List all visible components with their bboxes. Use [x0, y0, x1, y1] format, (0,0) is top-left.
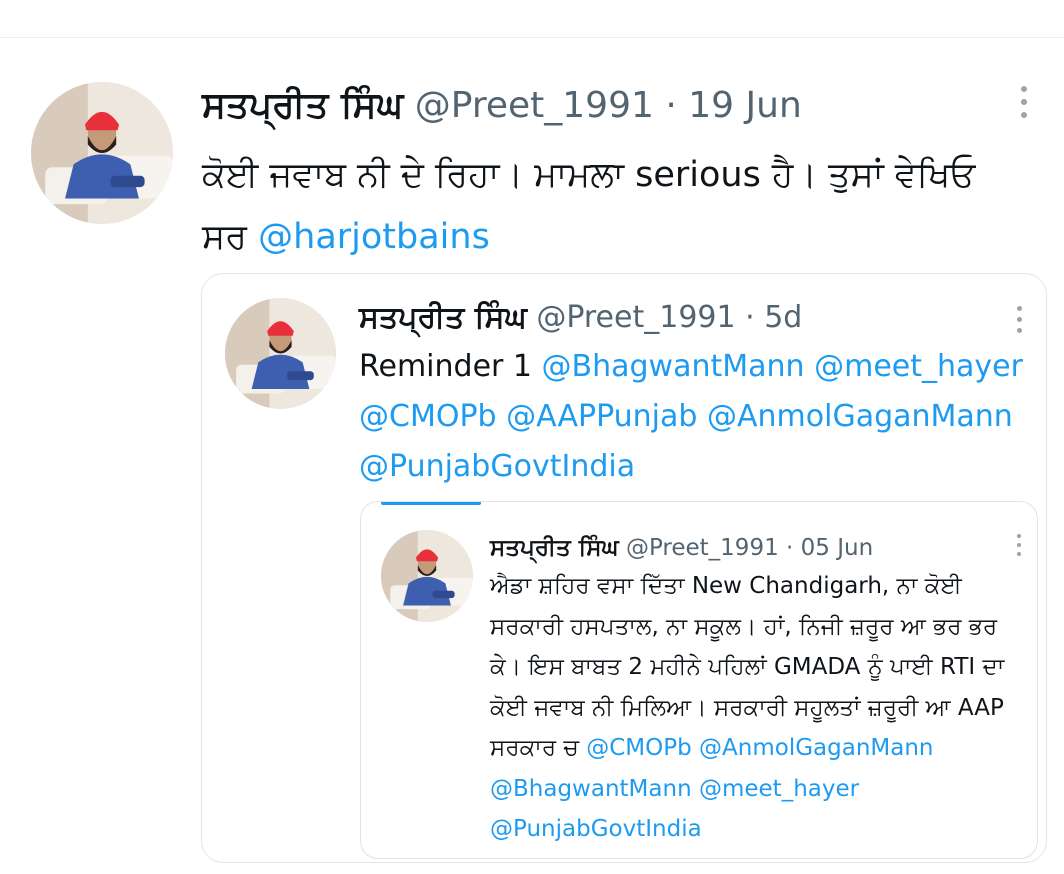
- mention-link[interactable]: @CMOPb: [586, 735, 691, 761]
- quoted-tweet-header: ਸਤਪ੍ਰੀਤ ਸਿੰਘ @Preet_1991 · 5d: [359, 298, 802, 338]
- quoted-tweet[interactable]: ਸਤਪ੍ਰੀਤ ਸਿੰਘ @Preet_1991 · 5d Reminder 1…: [201, 273, 1047, 863]
- author-name[interactable]: ਸਤਪ੍ਰੀਤ ਸਿੰਘ: [359, 300, 527, 335]
- more-vertical-icon[interactable]: [1017, 306, 1022, 339]
- author-name[interactable]: ਸਤਪ੍ਰੀਤ ਸਿੰਘ: [202, 85, 403, 126]
- mention-link[interactable]: @meet_hayer: [699, 776, 859, 802]
- tweet-header: ਸਤਪ੍ਰੀਤ ਸਿੰਘ @Preet_1991 · 19 Jun: [202, 84, 802, 128]
- mention-link[interactable]: @BhagwantMann: [542, 349, 805, 384]
- quoted-tweet-text: Reminder 1 @BhagwantMann @meet_hayer @CM…: [359, 342, 1039, 492]
- tweet-date[interactable]: 05 Jun: [801, 535, 874, 561]
- mention-link[interactable]: @harjotbains: [258, 217, 490, 257]
- tweet-page: ਸਤਪ੍ਰੀਤ ਸਿੰਘ @Preet_1991 · 19 Jun ਕੋਈ ਜਵ…: [0, 0, 1064, 874]
- mention-link[interactable]: @PunjabGovtIndia: [359, 449, 635, 484]
- top-divider: [0, 37, 1064, 38]
- nested-tweet-text: ਐਡਾ ਸ਼ਹਿਰ ਵਸਾ ਦਿੱਤਾ New Chandigarh, ਨਾ ਕ…: [490, 566, 1020, 850]
- avatar[interactable]: [225, 298, 336, 409]
- mention-link[interactable]: @AnmolGaganMann: [699, 735, 933, 761]
- quoted-tweet-body: Reminder 1: [359, 349, 542, 384]
- tweet-text: ਕੋਈ ਜਵਾਬ ਨੀ ਦੇ ਰਿਹਾ। ਮਾਮਲਾ serious ਹੈ। ਤ…: [202, 144, 1022, 268]
- nested-quoted-tweet[interactable]: ਸਤਪ੍ਰੀਤ ਸਿੰਘ @Preet_1991 · 05 Jun ਐਡਾ ਸ਼…: [360, 501, 1038, 859]
- mention-link[interactable]: @BhagwantMann: [490, 776, 692, 802]
- mention-link[interactable]: @meet_hayer: [814, 349, 1023, 384]
- meta-separator: ·: [786, 535, 794, 561]
- author-handle[interactable]: @Preet_1991: [536, 300, 735, 335]
- more-vertical-icon[interactable]: [1017, 534, 1021, 561]
- mention-link[interactable]: @AnmolGaganMann: [707, 399, 1013, 434]
- avatar[interactable]: [31, 82, 173, 224]
- tweet-date[interactable]: 5d: [764, 300, 802, 335]
- nested-tweet-header: ਸਤਪ੍ਰੀਤ ਸਿੰਘ @Preet_1991 · 05 Jun: [490, 532, 873, 564]
- author-handle[interactable]: @Preet_1991: [415, 85, 654, 126]
- mention-link[interactable]: @AAPPunjab: [506, 399, 697, 434]
- mention-link[interactable]: @CMOPb: [359, 399, 497, 434]
- meta-separator: ·: [665, 85, 677, 126]
- nested-tweet-body: ਐਡਾ ਸ਼ਹਿਰ ਵਸਾ ਦਿੱਤਾ New Chandigarh, ਨਾ ਕ…: [490, 573, 1005, 761]
- mention-link[interactable]: @PunjabGovtIndia: [490, 816, 702, 842]
- tweet-date[interactable]: 19 Jun: [688, 85, 802, 126]
- avatar[interactable]: [381, 530, 473, 622]
- author-name[interactable]: ਸਤਪ੍ਰੀਤ ਸਿੰਘ: [490, 535, 619, 561]
- more-vertical-icon[interactable]: [1021, 86, 1027, 125]
- meta-separator: ·: [745, 300, 755, 335]
- author-handle[interactable]: @Preet_1991: [626, 535, 779, 561]
